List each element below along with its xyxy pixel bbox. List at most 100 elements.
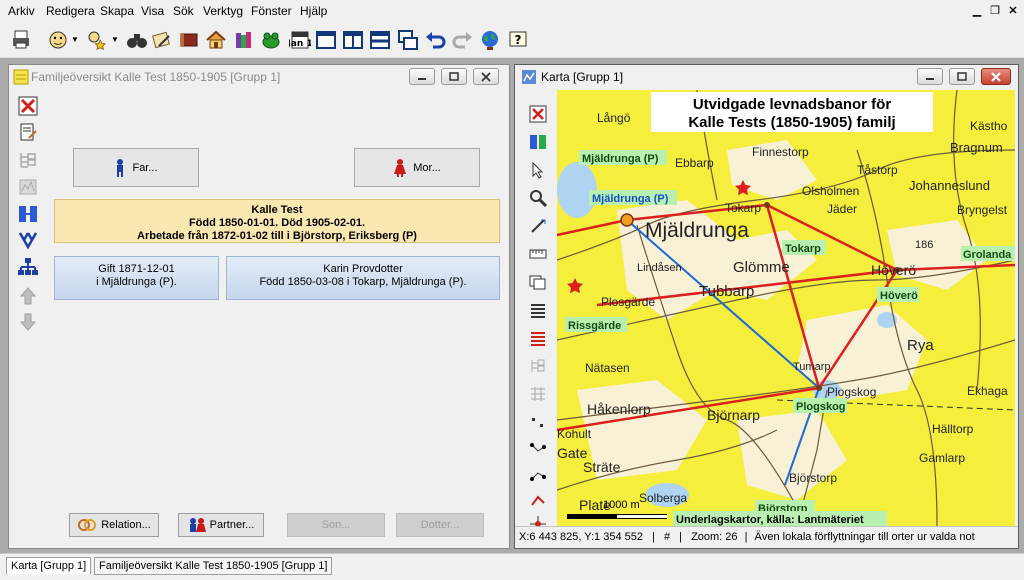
- edit-notes-icon[interactable]: [17, 121, 39, 143]
- mjaldrunga-marker[interactable]: [620, 213, 634, 227]
- maximize-icon: [957, 71, 967, 81]
- menu-hjalp[interactable]: Hjälp: [300, 4, 327, 18]
- marriage-place: i Mjäldrunga (P).: [96, 276, 177, 288]
- relation-button[interactable]: Relation...: [69, 513, 159, 537]
- home-icon[interactable]: [204, 28, 228, 52]
- globe-icon[interactable]: [478, 28, 502, 52]
- move-up-disabled-icon: [17, 285, 39, 307]
- place-bjornarp: Björnarp: [707, 407, 760, 423]
- descendants-chart-icon[interactable]: [17, 256, 39, 278]
- place-jader: Jäder: [827, 202, 857, 216]
- layout-single-icon[interactable]: [314, 28, 338, 52]
- partner-button-label: Partner...: [209, 519, 255, 531]
- map-ruler-icon[interactable]: [529, 245, 547, 263]
- map-route-icon[interactable]: [529, 439, 547, 457]
- family-minimize-button[interactable]: [409, 68, 435, 85]
- calendar-icon[interactable]: Jan 1: [288, 28, 312, 52]
- label-rissgarde: Rissgärde: [568, 320, 621, 332]
- help-icon[interactable]: ?: [506, 28, 530, 52]
- person-star-dropdown-icon[interactable]: ▼: [111, 35, 119, 45]
- menu-redigera[interactable]: Redigera: [46, 4, 95, 18]
- menu-fonster[interactable]: Fönster: [251, 4, 292, 18]
- place-johanneslund: Johanneslund: [909, 178, 990, 193]
- place-plosgarde: Plosgärde: [601, 295, 655, 309]
- menu-skapa[interactable]: Skapa: [100, 4, 134, 18]
- map-pointer-icon[interactable]: [529, 161, 547, 179]
- place-solberga: Solberga: [639, 491, 687, 505]
- menu-arkiv[interactable]: Arkiv: [8, 4, 35, 18]
- daughter-button[interactable]: Dotter...: [396, 513, 484, 537]
- spouse-born: Född 1850-03-08 i Tokarp, Mjäldrunga (P)…: [259, 276, 467, 288]
- undo-icon[interactable]: [424, 28, 448, 52]
- main-person-box[interactable]: Kalle Test Född 1850-01-01. Död 1905-02-…: [54, 199, 500, 243]
- menu-bar: Arkiv Redigera Skapa Visa Sök Verktyg Fö…: [0, 0, 1024, 24]
- spouse-box[interactable]: Karin Provdotter Född 1850-03-08 i Tokar…: [226, 256, 500, 300]
- tab-family-overview[interactable]: Familjeöversikt Kalle Test 1850-1905 [Gr…: [94, 557, 333, 575]
- place-lango: Långö: [597, 111, 631, 125]
- mdi-close-icon[interactable]: ✕: [1004, 3, 1022, 19]
- place-mjaldrunga-big: Mjäldrunga: [645, 219, 749, 242]
- partner-icon: [189, 518, 206, 532]
- family-close-button[interactable]: [473, 68, 499, 85]
- place-finnestorp: Finnestorp: [752, 145, 809, 159]
- map-layers-icon[interactable]: [529, 133, 547, 151]
- partner-button[interactable]: Partner...: [178, 513, 264, 537]
- menu-visa[interactable]: Visa: [141, 4, 164, 18]
- tab-map[interactable]: Karta [Grupp 1]: [6, 557, 92, 575]
- map-canvas[interactable]: Långö Ebbarp Finnestorp Olsholmen Tokarp…: [557, 90, 1015, 526]
- map-maximize-button[interactable]: [949, 68, 975, 85]
- relation-button-label: Relation...: [101, 519, 151, 531]
- mother-button[interactable]: Mor...: [354, 148, 480, 187]
- label-hovero: Höverö: [880, 290, 918, 302]
- person-star-icon[interactable]: [84, 28, 108, 52]
- son-button[interactable]: Son...: [287, 513, 385, 537]
- mdi-restore-icon[interactable]: ❐: [986, 3, 1004, 19]
- menu-sok[interactable]: Sök: [173, 4, 194, 18]
- map-copy-icon[interactable]: [529, 273, 547, 291]
- map-zoom-icon[interactable]: [529, 189, 547, 207]
- layout-rows-icon[interactable]: [368, 28, 392, 52]
- map-close-layer-icon[interactable]: [529, 105, 547, 123]
- map-route-arrow-icon[interactable]: [529, 465, 547, 483]
- map-window-titlebar[interactable]: Karta [Grupp 1]: [515, 65, 1018, 89]
- male-icon: [117, 158, 124, 177]
- label-grolanda: Grolanda: [963, 249, 1012, 261]
- map-tool-strip: [521, 89, 553, 532]
- print-icon[interactable]: [9, 28, 33, 52]
- label-plogskog: Plogskog: [796, 401, 846, 413]
- ancestors-tree-icon[interactable]: [17, 229, 39, 251]
- place-bjorstorp: Björstorp: [789, 471, 837, 485]
- map-route-red-icon[interactable]: [529, 491, 547, 509]
- plogskog-marker[interactable]: [816, 385, 822, 391]
- mdi-minimize-icon[interactable]: ▁: [968, 3, 986, 19]
- notes-icon[interactable]: [150, 28, 174, 52]
- map-tree-disabled-icon: [529, 357, 547, 375]
- family-maximize-button[interactable]: [441, 68, 467, 85]
- cascade-windows-icon[interactable]: [396, 28, 420, 52]
- pedigree-columns-icon[interactable]: [17, 203, 39, 225]
- delete-person-icon[interactable]: [17, 95, 39, 117]
- map-list-red-icon[interactable]: [529, 329, 547, 347]
- menu-verktyg[interactable]: Verktyg: [203, 4, 243, 18]
- frog-icon[interactable]: [259, 28, 283, 52]
- redo-icon[interactable]: [450, 28, 474, 52]
- family-overview-window: Familjeöversikt Kalle Test 1850-1905 [Gr…: [8, 64, 510, 549]
- books-icon[interactable]: [232, 28, 256, 52]
- map-list-icon[interactable]: [529, 301, 547, 319]
- layout-columns-icon[interactable]: [341, 28, 365, 52]
- book-icon[interactable]: [177, 28, 201, 52]
- map-minimize-button[interactable]: [917, 68, 943, 85]
- map-measure-icon[interactable]: [529, 217, 547, 235]
- label-tokarp: Tokarp: [785, 243, 821, 255]
- person-face-icon[interactable]: [46, 28, 70, 52]
- marriage-box[interactable]: Gift 1871-12-01 i Mjäldrunga (P).: [54, 256, 219, 300]
- map-dots-icon[interactable]: [529, 413, 547, 431]
- tokarp-marker[interactable]: [764, 202, 770, 208]
- person-face-dropdown-icon[interactable]: ▼: [71, 35, 79, 45]
- female-icon: [394, 158, 407, 177]
- status-mark: #: [663, 531, 671, 543]
- binoculars-icon[interactable]: [125, 28, 149, 52]
- map-close-button[interactable]: [981, 68, 1011, 85]
- father-button[interactable]: Far...: [73, 148, 199, 187]
- family-window-titlebar[interactable]: Familjeöversikt Kalle Test 1850-1905 [Gr…: [9, 65, 509, 89]
